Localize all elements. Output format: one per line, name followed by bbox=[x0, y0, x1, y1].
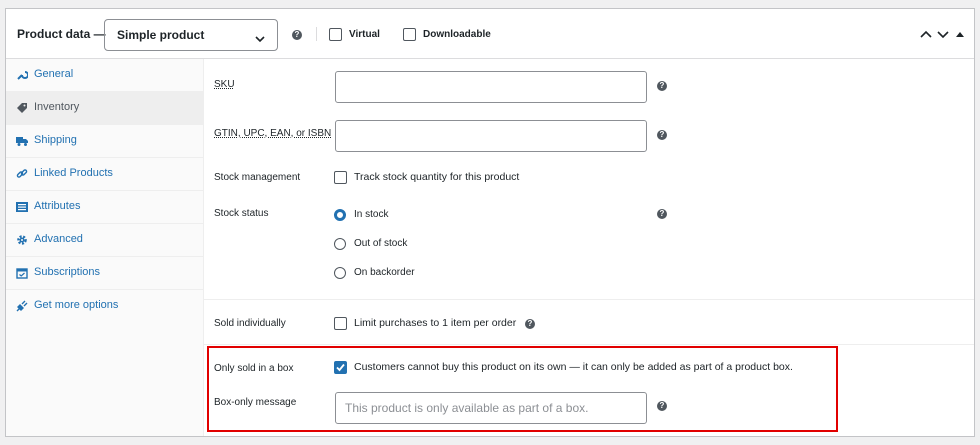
tag-icon bbox=[16, 101, 28, 113]
radio-on-backorder[interactable] bbox=[334, 267, 346, 279]
product-data-label: Product data — bbox=[17, 27, 106, 41]
toggle-arrow-icon bbox=[956, 32, 964, 37]
stock-management-label: Stock management bbox=[214, 172, 301, 183]
help-icon[interactable]: ? bbox=[292, 30, 302, 40]
link-icon bbox=[16, 167, 28, 179]
panel-controls bbox=[918, 27, 966, 45]
tab-advanced[interactable]: Advanced bbox=[6, 224, 203, 257]
tab-get-more-options-label: Get more options bbox=[34, 299, 119, 311]
help-icon[interactable]: ? bbox=[657, 81, 667, 91]
tab-get-more-options[interactable]: Get more options bbox=[6, 290, 203, 323]
product-type-select[interactable]: Simple product bbox=[104, 19, 278, 51]
product-type-value: Simple product bbox=[117, 28, 205, 42]
tab-linked-products-label: Linked Products bbox=[34, 167, 113, 179]
gtin-field[interactable] bbox=[336, 121, 646, 151]
product-data-panel: Product data — Simple product ? Virtual … bbox=[5, 8, 975, 437]
help-icon[interactable]: ? bbox=[525, 319, 535, 329]
tab-subscriptions[interactable]: Subscriptions bbox=[6, 257, 203, 290]
section-divider bbox=[204, 299, 974, 300]
tab-subscriptions-label: Subscriptions bbox=[34, 266, 101, 278]
sku-input[interactable] bbox=[335, 71, 647, 103]
highlight-box bbox=[207, 346, 838, 432]
stock-management-checkbox[interactable] bbox=[334, 171, 347, 184]
product-data-header: Product data — Simple product ? Virtual … bbox=[6, 9, 974, 59]
downloadable-checkbox[interactable] bbox=[403, 28, 416, 41]
help-icon[interactable]: ? bbox=[657, 209, 667, 219]
plugin-icon bbox=[16, 299, 28, 312]
product-data-tabs: General Inventory Shipping Linked Produc… bbox=[6, 59, 204, 436]
tab-general[interactable]: General bbox=[6, 59, 203, 92]
downloadable-label: Downloadable bbox=[423, 29, 491, 40]
header-divider bbox=[316, 27, 317, 41]
tab-advanced-label: Advanced bbox=[34, 233, 83, 245]
tab-shipping-label: Shipping bbox=[34, 134, 77, 146]
sold-individually-checkbox-label: Limit purchases to 1 item per order bbox=[354, 317, 517, 329]
stock-management-checkbox-label: Track stock quantity for this product bbox=[354, 171, 520, 183]
gear-icon bbox=[16, 233, 28, 245]
virtual-checkbox[interactable] bbox=[329, 28, 342, 41]
truck-icon bbox=[16, 134, 28, 146]
sku-label: SKU bbox=[214, 79, 235, 90]
tab-inventory-label: Inventory bbox=[34, 101, 80, 113]
section-divider bbox=[204, 344, 974, 345]
chevron-down-icon bbox=[255, 30, 265, 48]
sold-individually-label: Sold individually bbox=[214, 318, 286, 329]
tab-attributes[interactable]: Attributes bbox=[6, 191, 203, 224]
chevron-up-icon bbox=[920, 30, 932, 38]
tab-attributes-label: Attributes bbox=[34, 200, 81, 212]
sold-individually-checkbox[interactable] bbox=[334, 317, 347, 330]
tab-linked-products[interactable]: Linked Products bbox=[6, 158, 203, 191]
tab-inventory[interactable]: Inventory bbox=[6, 92, 203, 125]
tab-general-label: General bbox=[34, 68, 74, 80]
list-icon bbox=[16, 200, 28, 212]
radio-on-backorder-label: On backorder bbox=[354, 267, 415, 278]
gtin-label: GTIN, UPC, EAN, or ISBN bbox=[214, 128, 332, 139]
radio-out-of-stock-label: Out of stock bbox=[354, 238, 408, 249]
radio-in-stock-label: In stock bbox=[354, 209, 389, 220]
tab-shipping[interactable]: Shipping bbox=[6, 125, 203, 158]
wrench-icon bbox=[16, 68, 29, 80]
radio-in-stock[interactable] bbox=[334, 209, 346, 221]
sku-field[interactable] bbox=[336, 72, 646, 102]
chevron-down-icon bbox=[937, 31, 949, 39]
help-icon[interactable]: ? bbox=[657, 130, 667, 140]
stock-status-label: Stock status bbox=[214, 208, 269, 219]
calendar-icon bbox=[16, 266, 28, 279]
radio-out-of-stock[interactable] bbox=[334, 238, 346, 250]
gtin-input[interactable] bbox=[335, 120, 647, 152]
virtual-label: Virtual bbox=[349, 29, 380, 40]
